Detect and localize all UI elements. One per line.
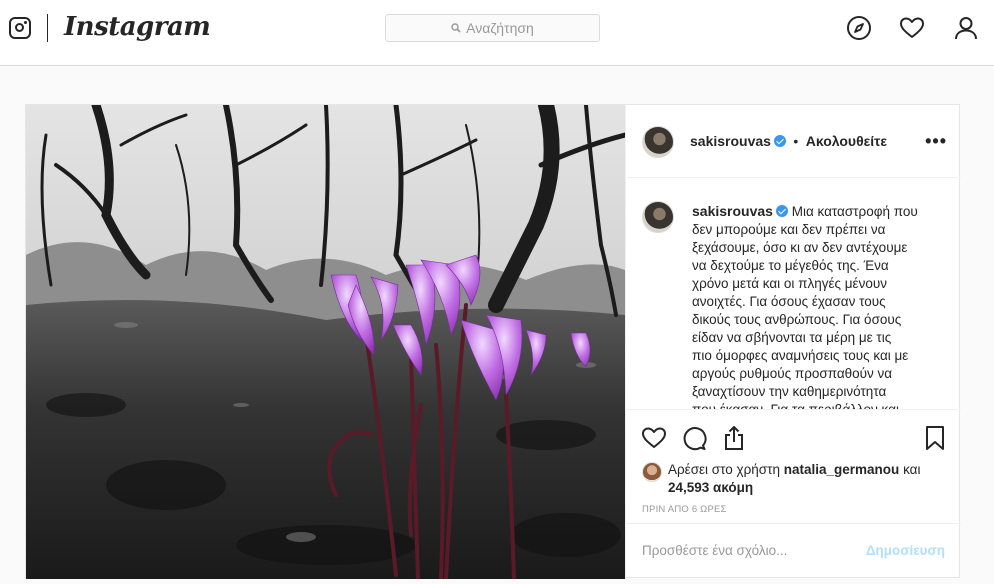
burnt-forest-cyclamen-image [26,105,625,579]
post-actions: Αρέσει στο χρήστη natalia_germanou και 2… [626,410,961,580]
search-input[interactable]: Αναζήτηση [385,14,600,42]
liker-username[interactable]: natalia_germanou [784,462,900,477]
instagram-logo-icon[interactable] [9,17,31,39]
caption-line: αργούς ρυθμούς προσπαθούν να [692,366,893,381]
author-username[interactable]: sakisrouvas [690,133,771,149]
post-card: sakisrouvas • Ακολουθείτε ••• sakisrouva… [25,104,961,580]
caption-line: ξεχάσουμε, όσο κι αν δεν αντέχουμε [692,240,908,255]
post-comment-button[interactable]: Δημοσίευση [866,543,945,558]
instagram-wordmark[interactable]: Instagram [64,12,211,42]
caption-line: να δεχτούμε το μέγεθός της. Ένα [692,258,889,273]
search-icon [451,23,461,33]
caption-verified-badge-icon [775,205,788,217]
caption-line: δεν μπορούμε και δεν πρέπει να [692,222,886,237]
caption-area: sakisrouvas Μια καταστροφή που δεν μπορο… [626,178,961,410]
more-options-icon[interactable]: ••• [925,131,947,152]
verified-badge-icon [773,135,786,147]
likes-prefix: Αρέσει στο χρήστη [668,462,780,477]
like-heart-icon[interactable] [641,425,667,451]
post-timestamp[interactable]: ΠΡΙΝ ΑΠΟ 6 ΩΡΕΣ [642,504,727,515]
post-photo[interactable] [26,105,625,579]
post-header-info: sakisrouvas • Ακολουθείτε [690,133,887,151]
caption-line: ανοιχτές. Για όσους έχασαν τους [692,294,886,309]
comment-input[interactable]: Προσθέστε ένα σχόλιο... [642,543,787,558]
following-button[interactable]: Ακολουθείτε [806,133,887,149]
likes-and: και [903,462,921,477]
liker-avatar[interactable] [642,462,662,482]
likes-summary: Αρέσει στο χρήστη natalia_germanou και 2… [642,461,942,497]
post-header: sakisrouvas • Ακολουθείτε ••• [626,105,961,178]
caption-line: Μια καταστροφή που [791,204,918,219]
search-placeholder: Αναζήτηση [466,20,534,36]
share-icon[interactable] [721,425,747,451]
likes-text: Αρέσει στο χρήστη natalia_germanou και 2… [668,461,942,497]
explore-compass-icon[interactable] [846,15,872,41]
caption-line: ξαναχτίσουν την καθημερινότητα [692,384,887,399]
save-bookmark-icon[interactable] [922,425,948,451]
caption-line: που έκασαν. Για τα περιβάλλον και [692,402,899,410]
author-avatar[interactable] [642,126,674,158]
caption-username[interactable]: sakisrouvas [692,203,773,219]
separator-dot: • [793,133,799,149]
post-sidebar: sakisrouvas • Ακολουθείτε ••• sakisrouva… [625,105,961,580]
likes-count[interactable]: 24,593 ακόμη [668,480,753,495]
logo-divider [47,14,48,42]
top-navigation-bar: Instagram Αναζήτηση [0,0,994,66]
caption-line: χρόνο μετά και οι πληγές μένουν [692,276,887,291]
caption-author-avatar[interactable] [642,201,674,233]
heart-icon[interactable] [899,15,925,41]
comment-form: Προσθέστε ένα σχόλιο... Δημοσίευση [626,523,961,579]
caption-line: είδαν να σβήνονται τα μέρη με τις [692,330,892,345]
caption-line: δικούς τους ανθρώπους. Για όσους [692,312,902,327]
comment-icon[interactable] [681,425,707,451]
caption-text: sakisrouvas Μια καταστροφή που δεν μπορο… [692,202,930,410]
profile-icon[interactable] [953,15,979,41]
caption-line: πιο όμορφες αναμνήσεις τους και με [692,348,909,363]
